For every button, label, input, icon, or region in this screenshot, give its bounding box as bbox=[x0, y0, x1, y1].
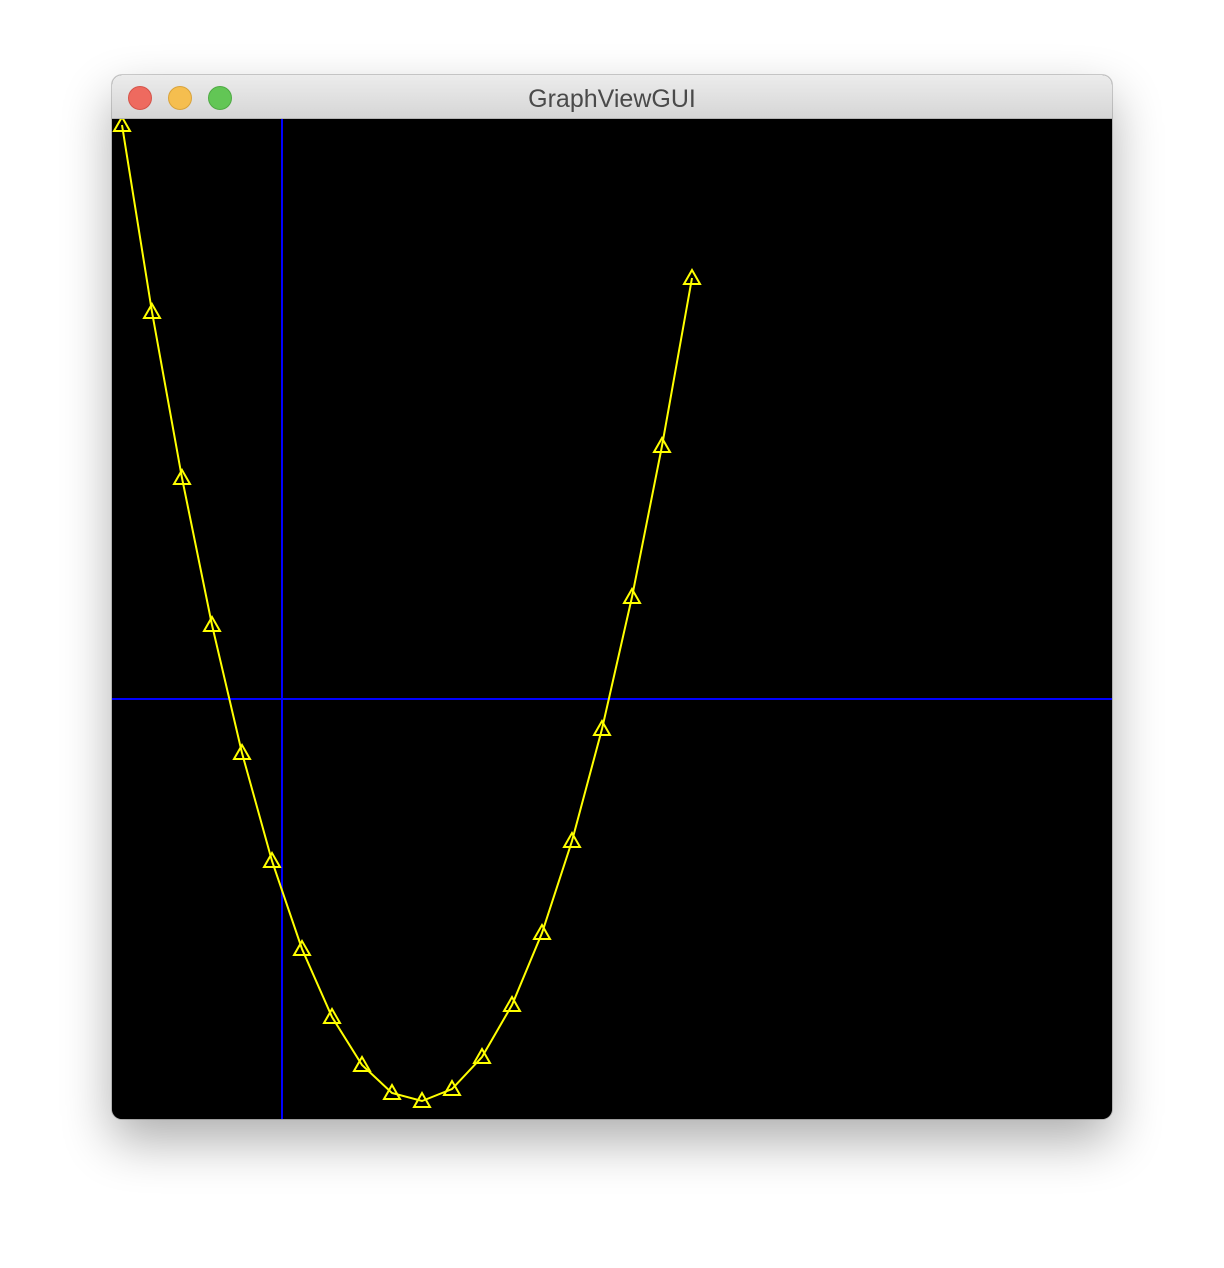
graph-canvas bbox=[112, 119, 1112, 1119]
window-title: GraphViewGUI bbox=[528, 85, 696, 113]
series-line bbox=[121, 124, 693, 1103]
graph-plot bbox=[112, 119, 1112, 1119]
app-window: GraphViewGUI bbox=[112, 75, 1112, 1119]
title-bar[interactable]: GraphViewGUI bbox=[112, 75, 1112, 119]
